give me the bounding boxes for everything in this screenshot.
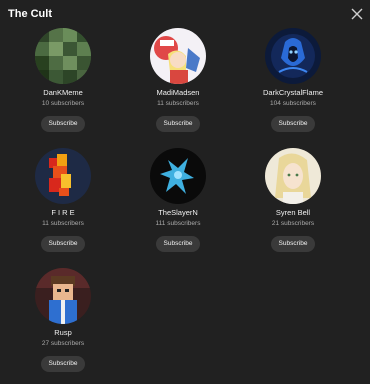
dialog-title: The Cult (8, 8, 52, 20)
subscribe-button[interactable]: Subscribe (40, 116, 86, 132)
channel-name[interactable]: DanKMeme (3, 88, 123, 98)
channel-card: TheSlayerN 111 subscribers Subscribe (118, 148, 238, 252)
channel-name[interactable]: Rusp (3, 328, 123, 338)
channel-avatar[interactable] (35, 148, 91, 204)
channel-name[interactable]: Syren Bell (233, 208, 353, 218)
channel-card: F I R E 11 subscribers Subscribe (3, 148, 123, 252)
channel-name[interactable]: DarkCrystalFlame (233, 88, 353, 98)
channel-card: Syren Bell 21 subscribers Subscribe (233, 148, 353, 252)
subscriber-count: 11 subscribers (42, 220, 84, 227)
subscribe-button[interactable]: Subscribe (155, 116, 201, 132)
channel-name[interactable]: MadiMadsen (118, 88, 238, 98)
subscriber-count: 21 subscribers (271, 220, 315, 227)
subscribe-button[interactable]: Subscribe (270, 236, 316, 252)
subscriber-count: 10 subscribers (41, 100, 85, 107)
subscriber-count: 11 subscribers (157, 100, 199, 107)
channel-avatar[interactable] (265, 28, 321, 84)
dialog-header: The Cult (0, 0, 370, 30)
close-icon[interactable] (350, 7, 364, 21)
channel-avatar[interactable] (150, 148, 206, 204)
channel-avatar[interactable] (265, 148, 321, 204)
channel-card: DanKMeme 10 subscribers Subscribe (3, 28, 123, 132)
subscriber-count: 111 subscribers (155, 220, 201, 227)
subscriber-count: 104 subscribers (270, 100, 316, 107)
channel-avatar[interactable] (35, 28, 91, 84)
channel-avatar[interactable] (150, 28, 206, 84)
subscriber-count: 27 subscribers (41, 340, 85, 347)
subscribe-button[interactable]: Subscribe (40, 356, 86, 372)
channel-card: DarkCrystalFlame 104 subscribers Subscri… (233, 28, 353, 132)
subscribe-button[interactable]: Subscribe (270, 116, 316, 132)
channel-avatar[interactable] (35, 268, 91, 324)
channel-name[interactable]: TheSlayerN (118, 208, 238, 218)
channel-card: MadiMadsen 11 subscribers Subscribe (118, 28, 238, 132)
channel-card: Rusp 27 subscribers Subscribe (3, 268, 123, 372)
subscribe-button[interactable]: Subscribe (40, 236, 86, 252)
subscribe-button[interactable]: Subscribe (155, 236, 201, 252)
channel-name[interactable]: F I R E (3, 208, 123, 218)
